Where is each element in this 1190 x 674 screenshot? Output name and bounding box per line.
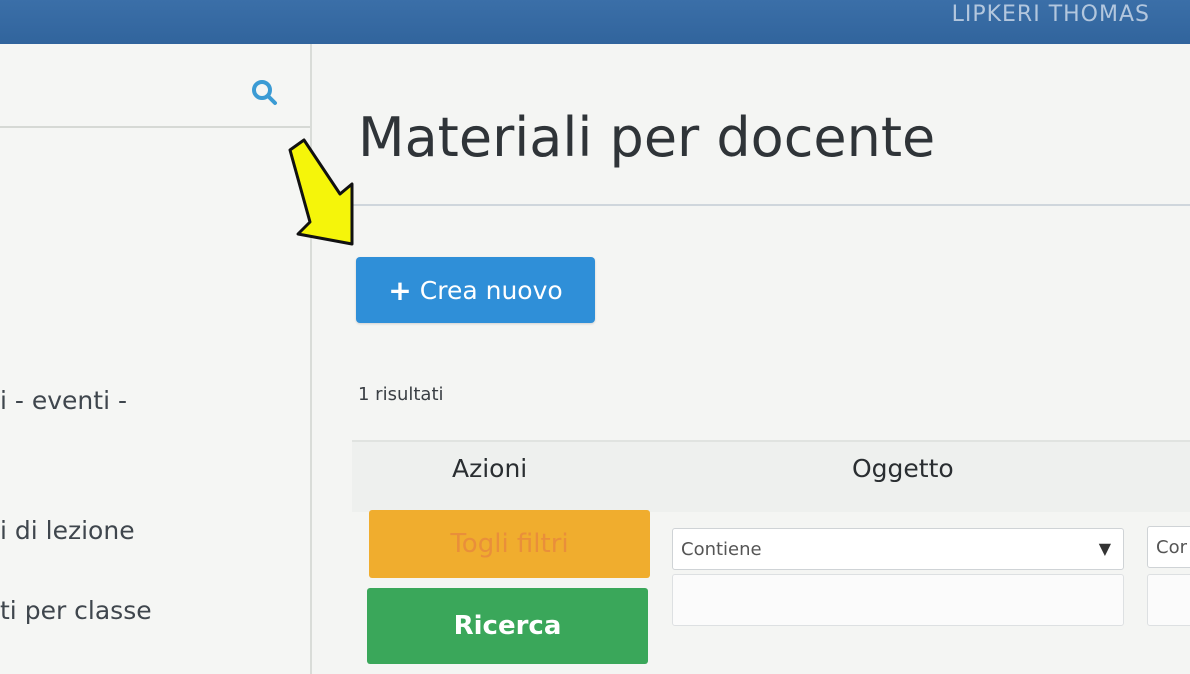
sidebar-item-lezione[interactable]: i di lezione xyxy=(0,516,135,545)
sidebar-item-classe[interactable]: ti per classe xyxy=(0,596,152,625)
create-new-label: Crea nuovo xyxy=(419,275,563,305)
sidebar-item-eventi[interactable]: i - eventi - xyxy=(0,386,127,415)
column-header-azioni[interactable]: Azioni xyxy=(452,454,527,483)
clear-filters-button[interactable]: Togli filtri xyxy=(369,510,650,578)
column-header-oggetto[interactable]: Oggetto xyxy=(852,454,954,483)
filter-input-2[interactable] xyxy=(1147,574,1190,626)
title-divider xyxy=(342,204,1190,206)
sidebar-search[interactable] xyxy=(0,44,310,128)
main-content: Materiali per docente + Crea nuovo 1 ris… xyxy=(312,44,1190,674)
search-icon[interactable] xyxy=(250,78,278,106)
table-header: Azioni Oggetto xyxy=(352,440,1190,512)
filter-mode-select-2[interactable]: Cor xyxy=(1147,526,1190,568)
filter-mode-value: Contiene xyxy=(681,539,762,560)
filter-mode-select[interactable]: Contiene ▼ xyxy=(672,528,1124,570)
user-name[interactable]: LIPKERI THOMAS xyxy=(952,2,1150,28)
sidebar: i - eventi - i di lezione ti per classe xyxy=(0,44,312,674)
results-count: 1 risultati xyxy=(358,384,444,405)
filter-input[interactable] xyxy=(672,574,1124,626)
page-title: Materiali per docente xyxy=(358,106,936,169)
search-button[interactable]: Ricerca xyxy=(367,588,648,664)
plus-icon: + xyxy=(388,273,412,307)
arrow-annotation-icon xyxy=(288,138,354,246)
filter-mode-value-2: Cor xyxy=(1156,537,1187,558)
chevron-down-icon: ▼ xyxy=(1098,539,1111,558)
create-new-button[interactable]: + Crea nuovo xyxy=(356,257,595,323)
